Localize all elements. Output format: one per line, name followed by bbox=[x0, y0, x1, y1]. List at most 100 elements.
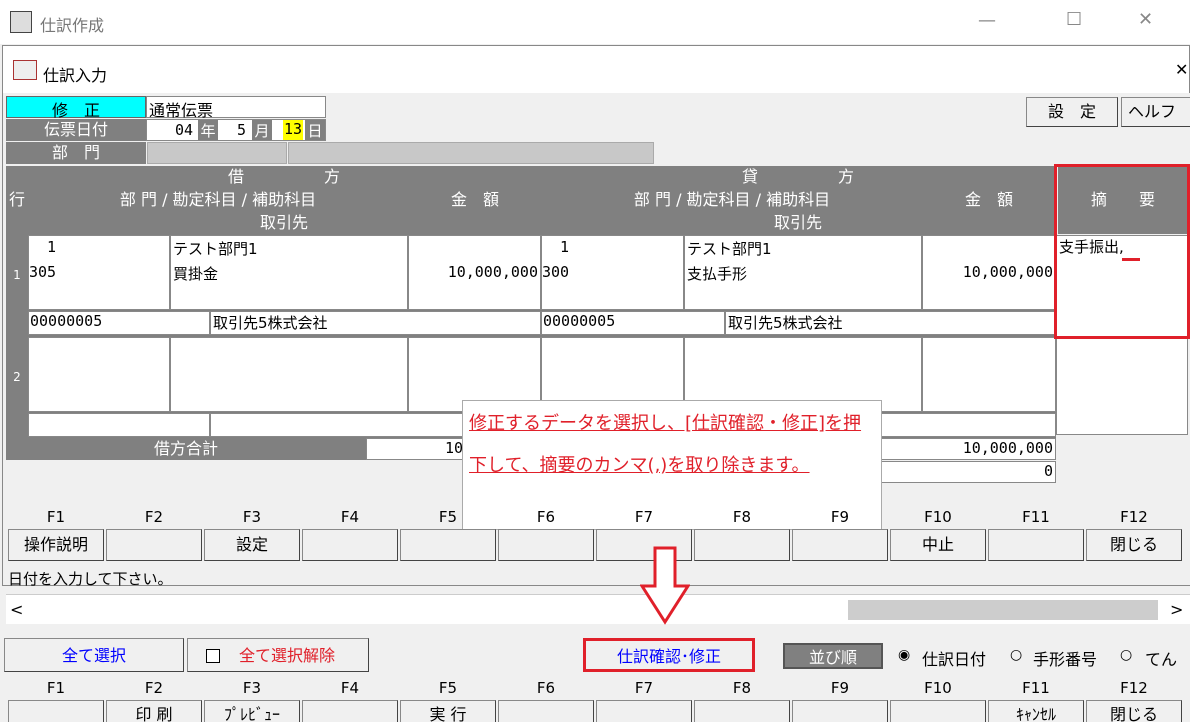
debit-acct-code: 305 bbox=[29, 263, 57, 281]
fkey-button-1[interactable]: 操作説明 bbox=[8, 529, 104, 561]
credit-dept: テスト部門1 bbox=[687, 240, 772, 258]
debit-amount-cell[interactable]: 10,000,000 bbox=[408, 235, 541, 310]
checkbox-icon[interactable] bbox=[206, 649, 220, 663]
credit-total-value: 10,000,000 bbox=[880, 438, 1056, 460]
fkey-label-8: F8 bbox=[732, 679, 752, 697]
row2-credit-amount-cell[interactable] bbox=[922, 337, 1056, 412]
credit-amount-header: 金 額 bbox=[924, 189, 1054, 211]
deselect-all-button[interactable]: 全て選択解除 bbox=[187, 638, 369, 672]
dept-code-field[interactable] bbox=[147, 142, 287, 164]
fkey-button-5[interactable]: 実 行 bbox=[400, 700, 496, 722]
fkey-label-4: F4 bbox=[340, 508, 360, 526]
date-field[interactable]: 04 年 5 月 13 日 bbox=[146, 119, 326, 141]
fkey-button-9[interactable] bbox=[792, 700, 888, 722]
select-all-button[interactable]: 全て選択 bbox=[4, 638, 184, 672]
debit-partner-code-cell[interactable]: 00000005 bbox=[28, 311, 210, 335]
row2-debit-partner-code-cell[interactable] bbox=[28, 413, 210, 437]
date-day[interactable]: 13 bbox=[283, 120, 303, 140]
fkey-button-6[interactable] bbox=[498, 529, 594, 561]
sort-option-note[interactable]: 手形番号 bbox=[1033, 646, 1097, 670]
fkey-button-11[interactable]: ｷｬﾝｾﾙ bbox=[988, 700, 1084, 722]
fkey-label-2: F2 bbox=[144, 679, 164, 697]
row2-debit-code-cell[interactable] bbox=[28, 337, 170, 412]
dialog-close-icon[interactable]: ✕ bbox=[1175, 60, 1188, 79]
fkey-button-1[interactable] bbox=[8, 700, 104, 722]
mode-badge: 修 正 bbox=[6, 96, 146, 120]
fkey-label-7: F7 bbox=[634, 679, 654, 697]
outer-window-title: 仕訳作成 bbox=[40, 16, 105, 35]
date-year[interactable]: 04 bbox=[175, 121, 193, 139]
down-arrow-icon bbox=[640, 546, 690, 625]
fkey-label-11: F11 bbox=[1022, 679, 1050, 697]
credit-dept-code: 1 bbox=[560, 238, 570, 256]
credit-acct: 支払手形 bbox=[687, 265, 748, 283]
maximize-icon[interactable]: ☐ bbox=[1066, 9, 1082, 30]
minimize-icon[interactable]: — bbox=[978, 10, 996, 31]
fkey-label-5: F5 bbox=[438, 679, 458, 697]
credit-dept-code-cell[interactable]: 1 300 bbox=[541, 235, 684, 310]
radio-selected-icon[interactable]: ◉ bbox=[898, 647, 910, 663]
fkey-label-11: F11 bbox=[1022, 508, 1050, 526]
scroll-right-icon[interactable]: > bbox=[1170, 600, 1183, 619]
debit-dept-code-cell[interactable]: 1 305 bbox=[28, 235, 170, 310]
fkey-button-4[interactable] bbox=[302, 529, 398, 561]
fkey-button-4[interactable] bbox=[302, 700, 398, 722]
fkey-button-8[interactable] bbox=[694, 700, 790, 722]
sort-option-other[interactable]: てん bbox=[1145, 646, 1177, 670]
credit-partner-code-cell[interactable]: 00000005 bbox=[541, 311, 725, 335]
fkey-button-5[interactable] bbox=[400, 529, 496, 561]
confirm-correct-button[interactable]: 仕訳確認･修正 bbox=[583, 638, 755, 672]
fkey-button-12[interactable]: 閉じる bbox=[1086, 529, 1182, 561]
row2-debit-dept-cell[interactable] bbox=[170, 337, 408, 412]
debit-dept-cell[interactable]: テスト部門1 買掛金 bbox=[170, 235, 408, 310]
radio-icon-2[interactable]: ○ bbox=[1120, 647, 1132, 663]
row-number-1: 1 bbox=[6, 235, 28, 335]
fkey-button-12[interactable]: 閉じる bbox=[1086, 700, 1182, 722]
credit-partner-code: 00000005 bbox=[543, 312, 616, 330]
fkey-label-3: F3 bbox=[242, 679, 262, 697]
credit-partner-cell[interactable]: 取引先5株式会社 bbox=[725, 311, 1056, 335]
fkey-labels-1: F1 F2 F3 F4 F5 F6 F7 F8 F9 F10 F11 F12 bbox=[8, 508, 1188, 530]
fkey-label-7: F7 bbox=[634, 508, 654, 526]
fkey-button-3[interactable]: ﾌﾟﾚﾋﾞｭｰ bbox=[204, 700, 300, 722]
fkey-label-12: F12 bbox=[1120, 508, 1148, 526]
fkey-label-10: F10 bbox=[924, 508, 952, 526]
dept-name-field bbox=[288, 142, 654, 164]
horizontal-scrollbar[interactable]: < > bbox=[6, 594, 1190, 624]
fkey-label-10: F10 bbox=[924, 679, 952, 697]
date-month[interactable]: 5 bbox=[237, 121, 246, 139]
fkey-button-7[interactable] bbox=[596, 700, 692, 722]
fkey-button-2[interactable] bbox=[106, 529, 202, 561]
close-icon[interactable]: ✕ bbox=[1138, 9, 1153, 30]
help-button[interactable]: ヘルフ bbox=[1121, 97, 1190, 127]
fkey-button-8[interactable] bbox=[694, 529, 790, 561]
debit-total-value: 10 bbox=[366, 438, 466, 460]
fkey-button-2[interactable]: 印 刷 bbox=[106, 700, 202, 722]
slip-type-field[interactable]: 通常伝票 bbox=[146, 96, 326, 120]
credit-dept-cell[interactable]: テスト部門1 支払手形 bbox=[684, 235, 922, 310]
date-label: 伝票日付 bbox=[6, 119, 146, 141]
fkey-button-9[interactable] bbox=[792, 529, 888, 561]
scroll-thumb[interactable] bbox=[848, 600, 1158, 620]
fkey-label-4: F4 bbox=[340, 679, 360, 697]
credit-acct-code: 300 bbox=[542, 263, 570, 281]
fkey-button-10[interactable]: 中止 bbox=[890, 529, 986, 561]
month-unit: 月 bbox=[252, 120, 272, 140]
fkey-button-6[interactable] bbox=[498, 700, 594, 722]
fkey-labels-2: F1 F2 F3 F4 F5 F6 F7 F8 F9 F10 F11 F12 bbox=[8, 679, 1188, 701]
settings-button[interactable]: 設 定 bbox=[1026, 97, 1118, 127]
debit-partner-cell[interactable]: 取引先5株式会社 bbox=[210, 311, 541, 335]
fkey-button-10[interactable] bbox=[890, 700, 986, 722]
sort-order-label: 並び順 bbox=[783, 643, 883, 669]
debit-account-header: 部 門 / 勘定科目 / 補助科目 bbox=[28, 189, 408, 211]
sort-option-date[interactable]: 仕訳日付 bbox=[922, 646, 986, 670]
fkey-button-3[interactable]: 設定 bbox=[204, 529, 300, 561]
radio-icon[interactable]: ○ bbox=[1010, 647, 1022, 663]
credit-partner-header: 取引先 bbox=[542, 212, 1054, 234]
credit-amount-cell[interactable]: 10,000,000 bbox=[922, 235, 1056, 310]
fkey-buttons-1: 操作説明 設定 中止 閉じる bbox=[8, 529, 1188, 561]
fkey-button-11[interactable] bbox=[988, 529, 1084, 561]
fkey-label-9: F9 bbox=[830, 679, 850, 697]
fkey-label-12: F12 bbox=[1120, 679, 1148, 697]
scroll-left-icon[interactable]: < bbox=[10, 600, 23, 619]
